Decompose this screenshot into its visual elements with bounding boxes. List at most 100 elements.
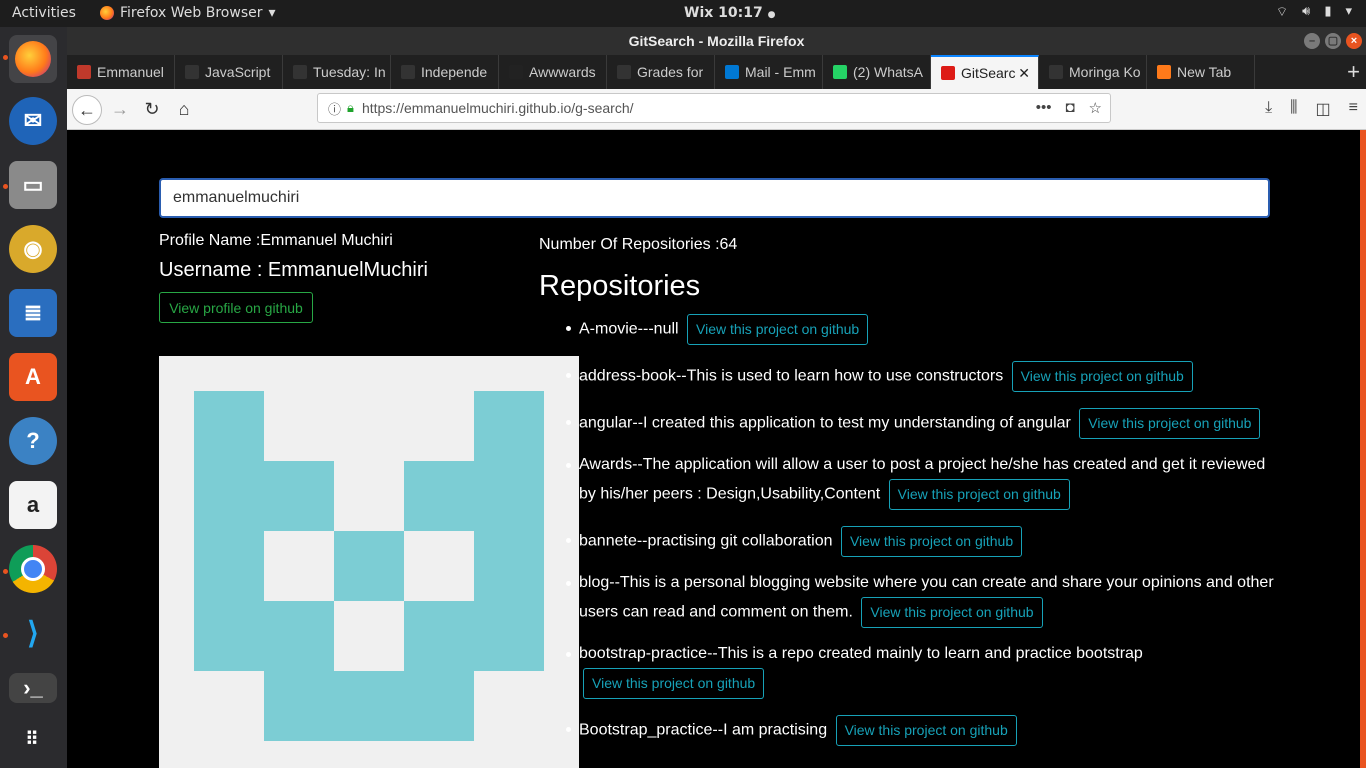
browser-tab[interactable]: (2) WhatsA [823, 55, 931, 89]
software-center-icon[interactable]: A [9, 353, 57, 401]
running-indicator [3, 633, 8, 638]
close-button[interactable]: × [1346, 33, 1362, 49]
repo-description: address-book--This is used to learn how … [579, 367, 1004, 385]
vscode-icon[interactable]: ⟩ [9, 609, 57, 657]
browser-tab[interactable]: GitSearc ✕ [931, 55, 1039, 89]
tab-favicon-icon [941, 66, 955, 80]
new-tab-button[interactable]: + [1347, 59, 1360, 85]
rhythmbox-icon[interactable]: ◉ [9, 225, 57, 273]
browser-tab[interactable]: Moringa Ko [1039, 55, 1147, 89]
view-project-button[interactable]: View this project on github [583, 668, 765, 699]
app-grid-icon[interactable]: ⠿ [9, 715, 57, 763]
system-tray[interactable]: ⌔ 🔊︎ ▮ ▾ [1276, 4, 1352, 20]
tab-favicon-icon [1157, 65, 1171, 79]
maximize-button[interactable]: ▢ [1325, 33, 1341, 49]
view-project-button[interactable]: View this project on github [840, 526, 1023, 557]
chevron-down-icon: ▾ [268, 5, 276, 21]
downloads-icon[interactable]: ⤓ [1265, 99, 1272, 119]
battery-icon: ▮ [1324, 4, 1332, 19]
browser-tab[interactable]: Grades for [607, 55, 715, 89]
repo-description: Bootstrap_practice--I am practising [579, 721, 828, 739]
menu-icon[interactable]: ≡ [1349, 99, 1358, 119]
repo-description: bannete--practising git collaboration [579, 532, 833, 550]
libreoffice-writer-icon[interactable]: ≣ [9, 289, 57, 337]
tab-favicon-icon [401, 65, 415, 79]
tab-label: Emmanuel [97, 64, 164, 80]
repo-list-item: bootstrap-practice--This is a repo creat… [566, 640, 1279, 699]
system-top-bar: Activities Firefox Web Browser ▾ Wix 10:… [0, 0, 1366, 27]
tab-favicon-icon [509, 65, 523, 79]
tab-label: (2) WhatsA [853, 64, 924, 80]
repo-list-item: A-movie---null View this project on gith… [566, 314, 1279, 345]
repo-description: A-movie---null [579, 320, 679, 338]
view-project-button[interactable]: View this project on github [861, 597, 1043, 628]
browser-tab[interactable]: Tuesday: In [283, 55, 391, 89]
browser-tab[interactable]: Awwwards [499, 55, 607, 89]
repositories-heading: Repositories [539, 270, 701, 302]
tab-label: Moringa Ko [1069, 64, 1141, 80]
scrollbar[interactable] [1360, 130, 1366, 768]
terminal-icon[interactable]: ›_ [9, 673, 57, 703]
tab-label: New Tab [1177, 64, 1232, 80]
browser-tab[interactable]: Mail - Emm [715, 55, 823, 89]
view-project-button[interactable]: View this project on github [1011, 361, 1193, 392]
repo-list-item: Awards--The application will allow a use… [566, 451, 1279, 510]
files-icon[interactable]: ▭ [9, 161, 57, 209]
thunderbird-icon[interactable]: ✉ [9, 97, 57, 145]
bookmark-star-icon[interactable]: ☆ [1089, 99, 1102, 117]
firefox-icon[interactable] [9, 35, 57, 83]
tab-label: Awwwards [529, 64, 596, 80]
view-project-button[interactable]: View this project on github [888, 479, 1070, 510]
view-project-button[interactable]: View this project on github [835, 715, 1017, 746]
pocket-icon[interactable]: ◘ [1065, 99, 1074, 117]
search-input[interactable]: emmanuelmuchiri [159, 178, 1270, 218]
tab-favicon-icon [77, 65, 91, 79]
back-button[interactable]: ← [72, 95, 102, 125]
running-indicator [3, 184, 8, 189]
tab-label: Tuesday: In [313, 64, 386, 80]
close-tab-icon[interactable]: ✕ [1018, 65, 1030, 82]
clock[interactable]: Wix 10:17 ● [684, 5, 775, 21]
activities-button[interactable]: Activities [12, 5, 76, 21]
url-text[interactable]: https://emmanuelmuchiri.github.io/g-sear… [362, 100, 634, 116]
tab-label: GitSearc [961, 65, 1016, 81]
forward-button[interactable]: → [106, 95, 134, 123]
username: Username : EmmanuelMuchiri [159, 259, 428, 281]
lock-icon: 🔒︎ [347, 100, 354, 115]
sidebar-icon[interactable]: ◫ [1316, 99, 1331, 119]
chevron-down-icon: ▾ [1345, 4, 1352, 19]
reload-button[interactable]: ↻ [138, 95, 166, 123]
tab-favicon-icon [293, 65, 307, 79]
repo-list-item: angular--I created this application to t… [566, 408, 1279, 439]
browser-tab[interactable]: New Tab [1147, 55, 1255, 89]
library-icon[interactable]: ⫼ [1290, 99, 1297, 119]
info-icon[interactable]: ⓘ [328, 99, 341, 118]
view-profile-button[interactable]: View profile on github [159, 292, 313, 323]
repo-description: angular--I created this application to t… [579, 414, 1071, 432]
tab-favicon-icon [617, 65, 631, 79]
help-icon[interactable]: ? [9, 417, 57, 465]
tab-label: Independe [421, 64, 488, 80]
browser-tab[interactable]: JavaScript [175, 55, 283, 89]
tab-favicon-icon [725, 65, 739, 79]
repo-list-item: address-book--This is used to learn how … [566, 361, 1279, 392]
home-button[interactable]: ⌂ [170, 95, 198, 123]
wifi-icon: ⌔ [1275, 5, 1289, 20]
app-menu[interactable]: Firefox Web Browser ▾ [100, 5, 276, 21]
repo-description: bootstrap-practice--This is a repo creat… [579, 645, 1143, 662]
tab-label: JavaScript [205, 64, 271, 80]
window-title: GitSearch - Mozilla Firefox [628, 33, 805, 49]
url-bar[interactable]: ⓘ 🔒︎ https://emmanuelmuchiri.github.io/g… [317, 93, 1111, 123]
chrome-icon[interactable] [9, 545, 57, 593]
page-content: emmanuelmuchiri Profile Name :Emmanuel M… [67, 130, 1360, 768]
browser-tab[interactable]: Emmanuel [67, 55, 175, 89]
minimize-button[interactable]: – [1304, 33, 1320, 49]
page-actions-icon[interactable]: ••• [1036, 99, 1052, 117]
browser-tab[interactable]: Independe [391, 55, 499, 89]
view-project-button[interactable]: View this project on github [687, 314, 869, 345]
profile-name: Profile Name :Emmanuel Muchiri [159, 232, 393, 249]
view-project-button[interactable]: View this project on github [1079, 408, 1261, 439]
running-indicator [3, 55, 8, 60]
amazon-icon[interactable]: a [9, 481, 57, 529]
tab-favicon-icon [185, 65, 199, 79]
